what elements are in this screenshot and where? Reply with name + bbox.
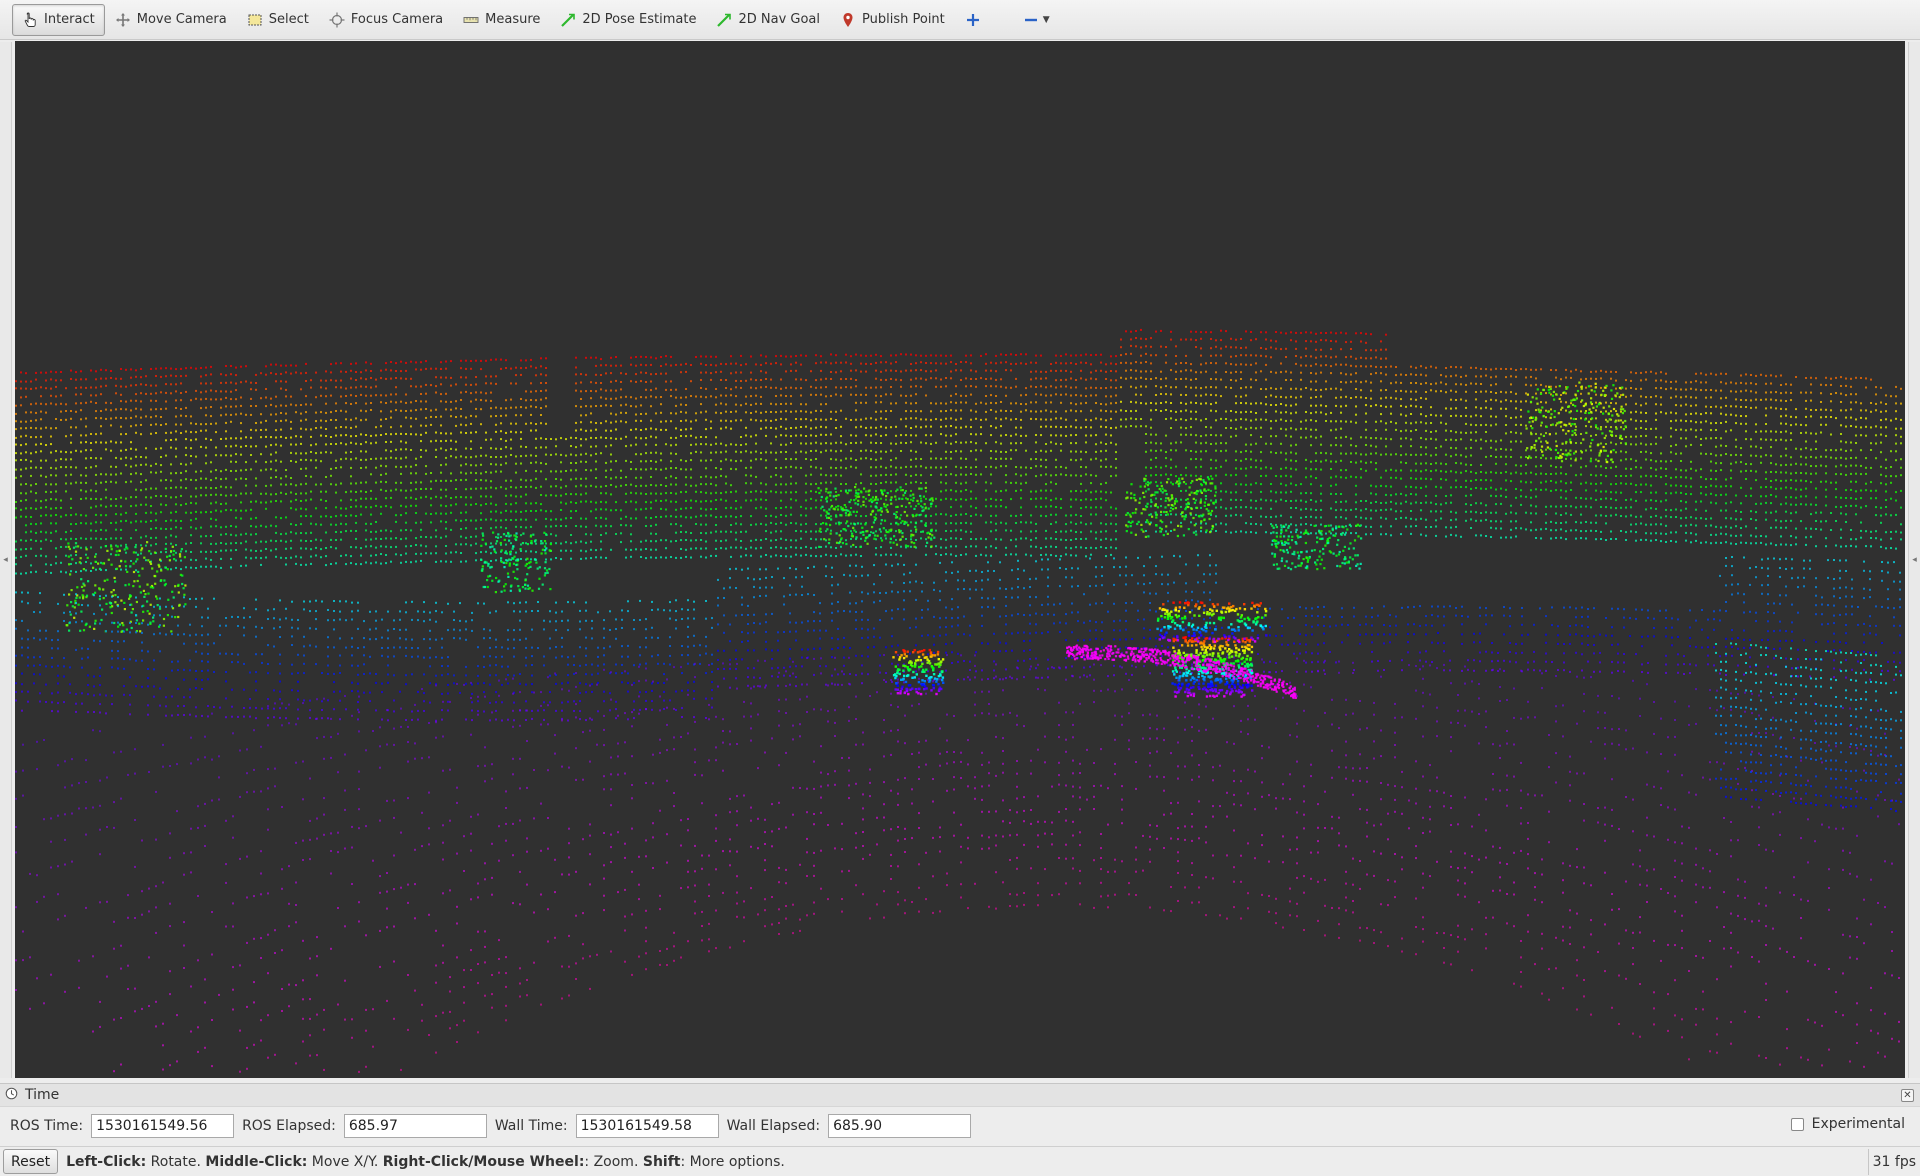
3d-render-viewport[interactable] xyxy=(15,41,1905,1078)
status-bar: Reset Left-Click: Rotate. Middle-Click: … xyxy=(0,1146,1920,1176)
hint-part: Rotate. xyxy=(146,1153,206,1170)
ros-time-field[interactable] xyxy=(91,1113,235,1138)
add-tool-button[interactable] xyxy=(955,4,991,36)
hint-part: : Zoom. xyxy=(584,1153,643,1170)
hint-part: Shift xyxy=(642,1153,681,1170)
hint-part: : More options. xyxy=(680,1153,785,1170)
clock-icon xyxy=(5,1087,18,1104)
remove-tool-button[interactable]: ▼ xyxy=(1013,4,1060,36)
ros-elapsed-label: ROS Elapsed: xyxy=(242,1117,336,1134)
tool-label: Move Camera xyxy=(136,12,227,27)
reset-button[interactable]: Reset xyxy=(3,1149,59,1174)
fps-counter: 31 fps xyxy=(1867,1149,1920,1175)
close-icon[interactable]: ✕ xyxy=(1901,1089,1914,1102)
mouse-hint-text: Left-Click: Rotate. Middle-Click: Move X… xyxy=(66,1154,785,1170)
right-dock-collapse-handle[interactable]: ◂ xyxy=(1908,42,1920,1078)
ros-elapsed-field[interactable] xyxy=(343,1113,487,1138)
green-arrow-icon xyxy=(716,12,732,28)
hint-part: Move X/Y. xyxy=(307,1153,383,1170)
tool-2d-nav-goal[interactable]: 2D Nav Goal xyxy=(706,4,830,36)
experimental-toggle[interactable]: Experimental xyxy=(1790,1116,1905,1132)
tool-focus-camera[interactable]: Focus Camera xyxy=(319,4,453,36)
plus-icon xyxy=(965,12,981,28)
tool-label: Measure xyxy=(485,12,541,27)
hint-part: Right-Click/Mouse Wheel: xyxy=(382,1153,585,1170)
tool-select[interactable]: Select xyxy=(237,4,319,36)
experimental-checkbox[interactable] xyxy=(1790,1117,1804,1131)
minus-dropdown-icon xyxy=(1023,12,1039,28)
ros-time-label: ROS Time: xyxy=(10,1117,84,1134)
tool-label: 2D Nav Goal xyxy=(738,12,821,27)
tool-publish-point[interactable]: Publish Point xyxy=(830,4,955,36)
time-panel-header: Time ✕ xyxy=(0,1083,1920,1107)
tool-label: Interact xyxy=(44,12,95,27)
hand-pointer-icon xyxy=(22,12,38,28)
tool-interact[interactable]: Interact xyxy=(12,3,105,36)
wall-time-field[interactable] xyxy=(575,1113,719,1138)
left-dock-collapse-handle[interactable]: ◂ xyxy=(0,42,12,1078)
wall-elapsed-field[interactable] xyxy=(828,1113,972,1138)
tool-toolbar: Interact Move Camera Select Focus Camera… xyxy=(0,0,1920,40)
experimental-label: Experimental xyxy=(1811,1116,1905,1132)
hint-part: Left-Click: xyxy=(66,1153,147,1170)
select-box-icon xyxy=(247,12,263,28)
tool-label: 2D Pose Estimate xyxy=(582,12,697,27)
crosshair-icon xyxy=(329,12,345,28)
hint-part: Middle-Click: xyxy=(205,1153,308,1170)
map-pin-icon xyxy=(840,12,856,28)
wall-time-label: Wall Time: xyxy=(494,1117,568,1134)
tool-measure[interactable]: Measure xyxy=(453,4,550,36)
tool-label: Publish Point xyxy=(862,12,945,27)
ruler-icon xyxy=(463,12,479,28)
tool-label: Select xyxy=(268,12,309,27)
time-panel-body: ROS Time: ROS Elapsed: Wall Time: Wall E… xyxy=(0,1108,1920,1143)
rviz-window: Interact Move Camera Select Focus Camera… xyxy=(0,0,1920,1176)
tool-label: Focus Camera xyxy=(350,12,444,27)
tool-move-camera[interactable]: Move Camera xyxy=(105,4,237,36)
time-panel-title: Time xyxy=(25,1087,60,1103)
chevron-down-icon: ▼ xyxy=(1042,14,1050,25)
point-cloud-canvas xyxy=(15,328,1902,1073)
wall-elapsed-label: Wall Elapsed: xyxy=(726,1117,821,1134)
move-arrows-icon xyxy=(115,12,131,28)
tool-2d-pose-estimate[interactable]: 2D Pose Estimate xyxy=(550,4,706,36)
green-arrow-icon xyxy=(560,12,576,28)
